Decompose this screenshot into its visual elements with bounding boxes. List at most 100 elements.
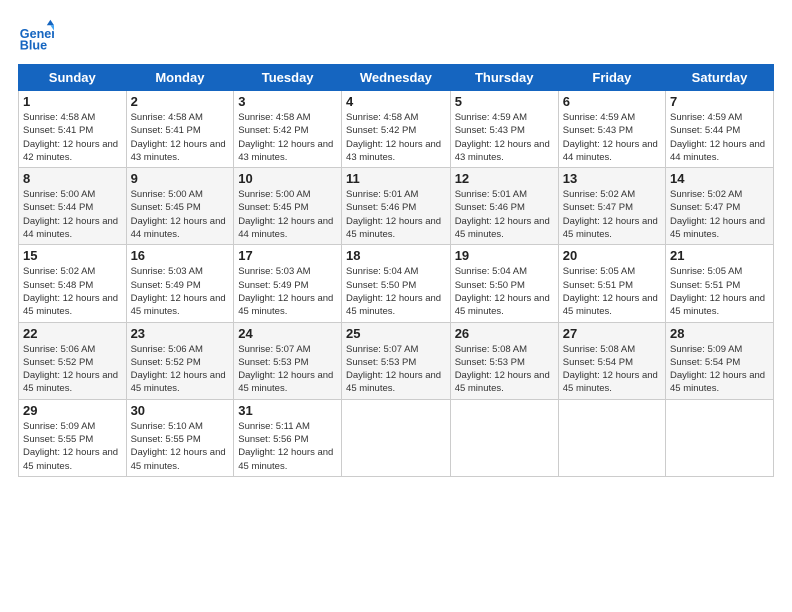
day-detail: Sunrise: 5:06 AMSunset: 5:52 PMDaylight:… <box>131 343 230 396</box>
col-monday: Monday <box>126 65 234 91</box>
day-detail: Sunrise: 5:01 AMSunset: 5:46 PMDaylight:… <box>455 188 554 241</box>
day-number: 7 <box>670 94 769 109</box>
day-number: 4 <box>346 94 446 109</box>
col-saturday: Saturday <box>666 65 774 91</box>
day-number: 3 <box>238 94 337 109</box>
calendar-row: 29 Sunrise: 5:09 AMSunset: 5:55 PMDayligh… <box>19 399 774 476</box>
table-cell: 27 Sunrise: 5:08 AMSunset: 5:54 PMDayligh… <box>558 322 665 399</box>
table-cell: 26 Sunrise: 5:08 AMSunset: 5:53 PMDayligh… <box>450 322 558 399</box>
calendar-row: 8 Sunrise: 5:00 AMSunset: 5:44 PMDaylight… <box>19 168 774 245</box>
day-detail: Sunrise: 4:59 AMSunset: 5:43 PMDaylight:… <box>455 111 554 164</box>
svg-text:Blue: Blue <box>20 39 47 53</box>
day-number: 28 <box>670 326 769 341</box>
day-detail: Sunrise: 5:09 AMSunset: 5:54 PMDaylight:… <box>670 343 769 396</box>
day-number: 21 <box>670 248 769 263</box>
table-cell: 17 Sunrise: 5:03 AMSunset: 5:49 PMDayligh… <box>234 245 342 322</box>
day-detail: Sunrise: 5:07 AMSunset: 5:53 PMDaylight:… <box>346 343 446 396</box>
day-number: 19 <box>455 248 554 263</box>
day-detail: Sunrise: 5:09 AMSunset: 5:55 PMDaylight:… <box>23 420 122 473</box>
table-cell: 31 Sunrise: 5:11 AMSunset: 5:56 PMDayligh… <box>234 399 342 476</box>
day-number: 9 <box>131 171 230 186</box>
day-number: 22 <box>23 326 122 341</box>
day-detail: Sunrise: 4:58 AMSunset: 5:42 PMDaylight:… <box>238 111 337 164</box>
day-detail: Sunrise: 5:05 AMSunset: 5:51 PMDaylight:… <box>670 265 769 318</box>
day-detail: Sunrise: 5:03 AMSunset: 5:49 PMDaylight:… <box>238 265 337 318</box>
day-number: 5 <box>455 94 554 109</box>
day-number: 20 <box>563 248 661 263</box>
table-cell: 22 Sunrise: 5:06 AMSunset: 5:52 PMDayligh… <box>19 322 127 399</box>
table-cell: 3 Sunrise: 4:58 AMSunset: 5:42 PMDaylight… <box>234 91 342 168</box>
col-wednesday: Wednesday <box>342 65 451 91</box>
table-cell: 19 Sunrise: 5:04 AMSunset: 5:50 PMDayligh… <box>450 245 558 322</box>
day-detail: Sunrise: 4:58 AMSunset: 5:41 PMDaylight:… <box>23 111 122 164</box>
table-cell: 12 Sunrise: 5:01 AMSunset: 5:46 PMDayligh… <box>450 168 558 245</box>
day-detail: Sunrise: 5:00 AMSunset: 5:44 PMDaylight:… <box>23 188 122 241</box>
table-cell <box>450 399 558 476</box>
day-number: 23 <box>131 326 230 341</box>
day-number: 15 <box>23 248 122 263</box>
day-detail: Sunrise: 5:08 AMSunset: 5:53 PMDaylight:… <box>455 343 554 396</box>
col-thursday: Thursday <box>450 65 558 91</box>
table-cell: 18 Sunrise: 5:04 AMSunset: 5:50 PMDayligh… <box>342 245 451 322</box>
col-friday: Friday <box>558 65 665 91</box>
day-detail: Sunrise: 5:08 AMSunset: 5:54 PMDaylight:… <box>563 343 661 396</box>
table-cell: 10 Sunrise: 5:00 AMSunset: 5:45 PMDayligh… <box>234 168 342 245</box>
day-number: 17 <box>238 248 337 263</box>
table-cell: 23 Sunrise: 5:06 AMSunset: 5:52 PMDayligh… <box>126 322 234 399</box>
table-cell: 15 Sunrise: 5:02 AMSunset: 5:48 PMDayligh… <box>19 245 127 322</box>
logo-icon: General Blue <box>18 18 54 54</box>
table-cell: 14 Sunrise: 5:02 AMSunset: 5:47 PMDayligh… <box>666 168 774 245</box>
day-detail: Sunrise: 5:06 AMSunset: 5:52 PMDaylight:… <box>23 343 122 396</box>
day-number: 18 <box>346 248 446 263</box>
table-cell <box>342 399 451 476</box>
day-detail: Sunrise: 5:07 AMSunset: 5:53 PMDaylight:… <box>238 343 337 396</box>
day-detail: Sunrise: 5:11 AMSunset: 5:56 PMDaylight:… <box>238 420 337 473</box>
day-detail: Sunrise: 4:59 AMSunset: 5:43 PMDaylight:… <box>563 111 661 164</box>
table-cell: 24Sunrise: 5:07 AMSunset: 5:53 PMDayligh… <box>234 322 342 399</box>
day-number: 30 <box>131 403 230 418</box>
day-detail: Sunrise: 5:02 AMSunset: 5:47 PMDaylight:… <box>563 188 661 241</box>
day-detail: Sunrise: 5:04 AMSunset: 5:50 PMDaylight:… <box>346 265 446 318</box>
day-detail: Sunrise: 5:00 AMSunset: 5:45 PMDaylight:… <box>238 188 337 241</box>
table-cell: 2Sunrise: 4:58 AMSunset: 5:41 PMDaylight… <box>126 91 234 168</box>
day-detail: Sunrise: 5:02 AMSunset: 5:47 PMDaylight:… <box>670 188 769 241</box>
day-number: 11 <box>346 171 446 186</box>
col-tuesday: Tuesday <box>234 65 342 91</box>
calendar-row: 15 Sunrise: 5:02 AMSunset: 5:48 PMDayligh… <box>19 245 774 322</box>
day-number: 10 <box>238 171 337 186</box>
day-detail: Sunrise: 5:00 AMSunset: 5:45 PMDaylight:… <box>131 188 230 241</box>
table-cell: 21 Sunrise: 5:05 AMSunset: 5:51 PMDayligh… <box>666 245 774 322</box>
day-detail: Sunrise: 5:03 AMSunset: 5:49 PMDaylight:… <box>131 265 230 318</box>
day-number: 12 <box>455 171 554 186</box>
day-detail: Sunrise: 5:01 AMSunset: 5:46 PMDaylight:… <box>346 188 446 241</box>
table-cell: 6 Sunrise: 4:59 AMSunset: 5:43 PMDaylight… <box>558 91 665 168</box>
day-number: 31 <box>238 403 337 418</box>
table-cell: 25Sunrise: 5:07 AMSunset: 5:53 PMDayligh… <box>342 322 451 399</box>
day-number: 8 <box>23 171 122 186</box>
calendar-table: Sunday Monday Tuesday Wednesday Thursday… <box>18 64 774 477</box>
calendar-header-row: Sunday Monday Tuesday Wednesday Thursday… <box>19 65 774 91</box>
table-cell: 29 Sunrise: 5:09 AMSunset: 5:55 PMDayligh… <box>19 399 127 476</box>
day-number: 27 <box>563 326 661 341</box>
day-detail: Sunrise: 5:04 AMSunset: 5:50 PMDaylight:… <box>455 265 554 318</box>
table-cell: 16Sunrise: 5:03 AMSunset: 5:49 PMDayligh… <box>126 245 234 322</box>
day-detail: Sunrise: 4:58 AMSunset: 5:41 PMDaylight:… <box>131 111 230 164</box>
table-cell: 5 Sunrise: 4:59 AMSunset: 5:43 PMDaylight… <box>450 91 558 168</box>
day-number: 1 <box>23 94 122 109</box>
day-detail: Sunrise: 4:58 AMSunset: 5:42 PMDaylight:… <box>346 111 446 164</box>
day-number: 6 <box>563 94 661 109</box>
day-number: 29 <box>23 403 122 418</box>
logo: General Blue <box>18 18 58 54</box>
day-number: 14 <box>670 171 769 186</box>
table-cell: 20Sunrise: 5:05 AMSunset: 5:51 PMDayligh… <box>558 245 665 322</box>
day-detail: Sunrise: 5:10 AMSunset: 5:55 PMDaylight:… <box>131 420 230 473</box>
table-cell: 1 Sunrise: 4:58 AMSunset: 5:41 PMDaylight… <box>19 91 127 168</box>
day-detail: Sunrise: 4:59 AMSunset: 5:44 PMDaylight:… <box>670 111 769 164</box>
table-cell: 9 Sunrise: 5:00 AMSunset: 5:45 PMDaylight… <box>126 168 234 245</box>
table-cell: 7 Sunrise: 4:59 AMSunset: 5:44 PMDaylight… <box>666 91 774 168</box>
day-number: 26 <box>455 326 554 341</box>
calendar-row: 1 Sunrise: 4:58 AMSunset: 5:41 PMDaylight… <box>19 91 774 168</box>
table-cell: 28 Sunrise: 5:09 AMSunset: 5:54 PMDayligh… <box>666 322 774 399</box>
day-detail: Sunrise: 5:02 AMSunset: 5:48 PMDaylight:… <box>23 265 122 318</box>
table-cell: 4 Sunrise: 4:58 AMSunset: 5:42 PMDaylight… <box>342 91 451 168</box>
